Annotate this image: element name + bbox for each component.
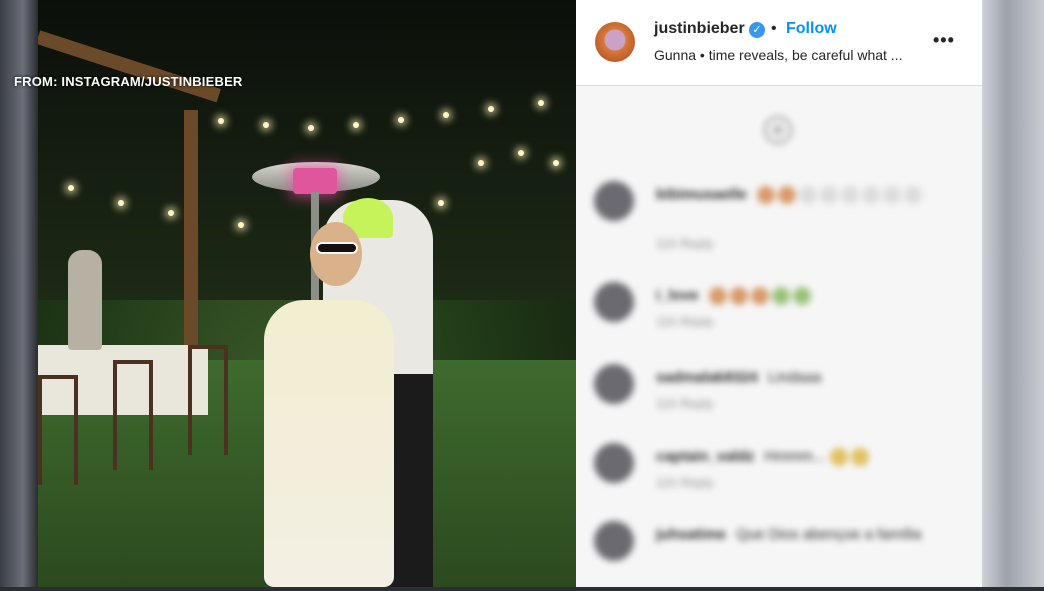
more-options-icon[interactable]: •••	[933, 30, 955, 51]
string-light	[238, 222, 244, 228]
commenter-username[interactable]: i_love	[656, 287, 699, 304]
woman-head	[310, 222, 362, 286]
emoji-icon	[850, 448, 869, 467]
commenter-avatar[interactable]	[594, 282, 634, 322]
sunglasses	[316, 242, 358, 254]
avatar[interactable]	[595, 22, 635, 62]
comment-item: i_love 11h Reply	[594, 282, 964, 352]
commenter-username[interactable]: juhsatime	[656, 526, 726, 543]
string-light	[68, 185, 74, 191]
commenter-username[interactable]: sadmalak8324	[656, 369, 758, 386]
comment-item: sadmalak8324 Lindaaa 11h Reply	[594, 364, 964, 434]
emoji-icon	[778, 186, 797, 205]
comments-list: bibimusaelle 11h Reply i_love 11h Reply …	[576, 86, 982, 587]
separator: •	[771, 20, 777, 37]
emoji-icon	[799, 186, 818, 205]
audio-line[interactable]: Gunna • time reveals, be careful what ..…	[654, 47, 902, 63]
comment-text: Hmmm...	[764, 448, 826, 465]
woman	[264, 300, 394, 587]
string-light	[438, 200, 444, 206]
pergola-post	[184, 110, 198, 370]
emoji-icon	[729, 287, 748, 306]
emoji-icon	[904, 186, 923, 205]
patio-heater-flame	[293, 168, 337, 194]
string-light	[398, 117, 404, 123]
follow-button[interactable]: Follow	[786, 20, 837, 38]
comment-text: Lindaaa	[767, 369, 822, 386]
string-light	[263, 122, 269, 128]
commenter-avatar[interactable]	[594, 181, 634, 221]
comment-item: captain_valdz Hmmm... 11h Reply	[594, 443, 964, 513]
tv-frame-right	[982, 0, 1044, 587]
string-light	[168, 210, 174, 216]
commenter-avatar[interactable]	[594, 521, 634, 561]
verified-badge-icon: ✓	[749, 22, 765, 38]
string-light	[443, 112, 449, 118]
commenter-username[interactable]: captain_valdz	[656, 448, 754, 465]
commenter-username[interactable]: bibimusaelle	[656, 186, 747, 203]
string-light	[218, 118, 224, 124]
add-comment-icon[interactable]	[764, 116, 792, 144]
string-light	[118, 200, 124, 206]
comment-item: bibimusaelle 11h Reply	[594, 181, 964, 251]
guest	[68, 250, 102, 350]
emoji-icon	[757, 186, 776, 205]
emoji-icon	[750, 287, 769, 306]
post-sidebar: justinbieber ✓ • Follow Gunna • time rev…	[576, 0, 982, 587]
string-light	[553, 160, 559, 166]
username[interactable]: justinbieber	[654, 20, 745, 38]
emoji-icon	[820, 186, 839, 205]
string-light	[353, 122, 359, 128]
emoji-icon	[862, 186, 881, 205]
emoji-icon	[829, 448, 848, 467]
comment-item: juhsatime Que Dios abençoe a família	[594, 521, 964, 591]
chair	[38, 375, 78, 485]
comment-meta[interactable]: 11h Reply	[656, 475, 714, 490]
chair	[113, 360, 153, 470]
post-header: justinbieber ✓ • Follow Gunna • time rev…	[576, 0, 982, 86]
emoji-icon	[708, 287, 727, 306]
string-light	[308, 125, 314, 131]
string-light	[538, 100, 544, 106]
emoji-icon	[841, 186, 860, 205]
emoji-icon	[792, 287, 811, 306]
comment-meta[interactable]: 11h Reply	[656, 236, 714, 251]
commenter-avatar[interactable]	[594, 443, 634, 483]
emoji-icon	[771, 287, 790, 306]
emoji-icon	[883, 186, 902, 205]
source-watermark: FROM: INSTAGRAM/JUSTINBIEBER	[14, 74, 243, 89]
night-sky	[38, 0, 576, 300]
string-light	[478, 160, 484, 166]
comment-meta[interactable]: 11h Reply	[656, 396, 714, 411]
comment-meta[interactable]: 11h Reply	[656, 314, 714, 329]
comment-text: Que Dios abençoe a família	[736, 526, 922, 543]
chair	[188, 345, 228, 455]
string-light	[518, 150, 524, 156]
string-light	[488, 106, 494, 112]
commenter-avatar[interactable]	[594, 364, 634, 404]
